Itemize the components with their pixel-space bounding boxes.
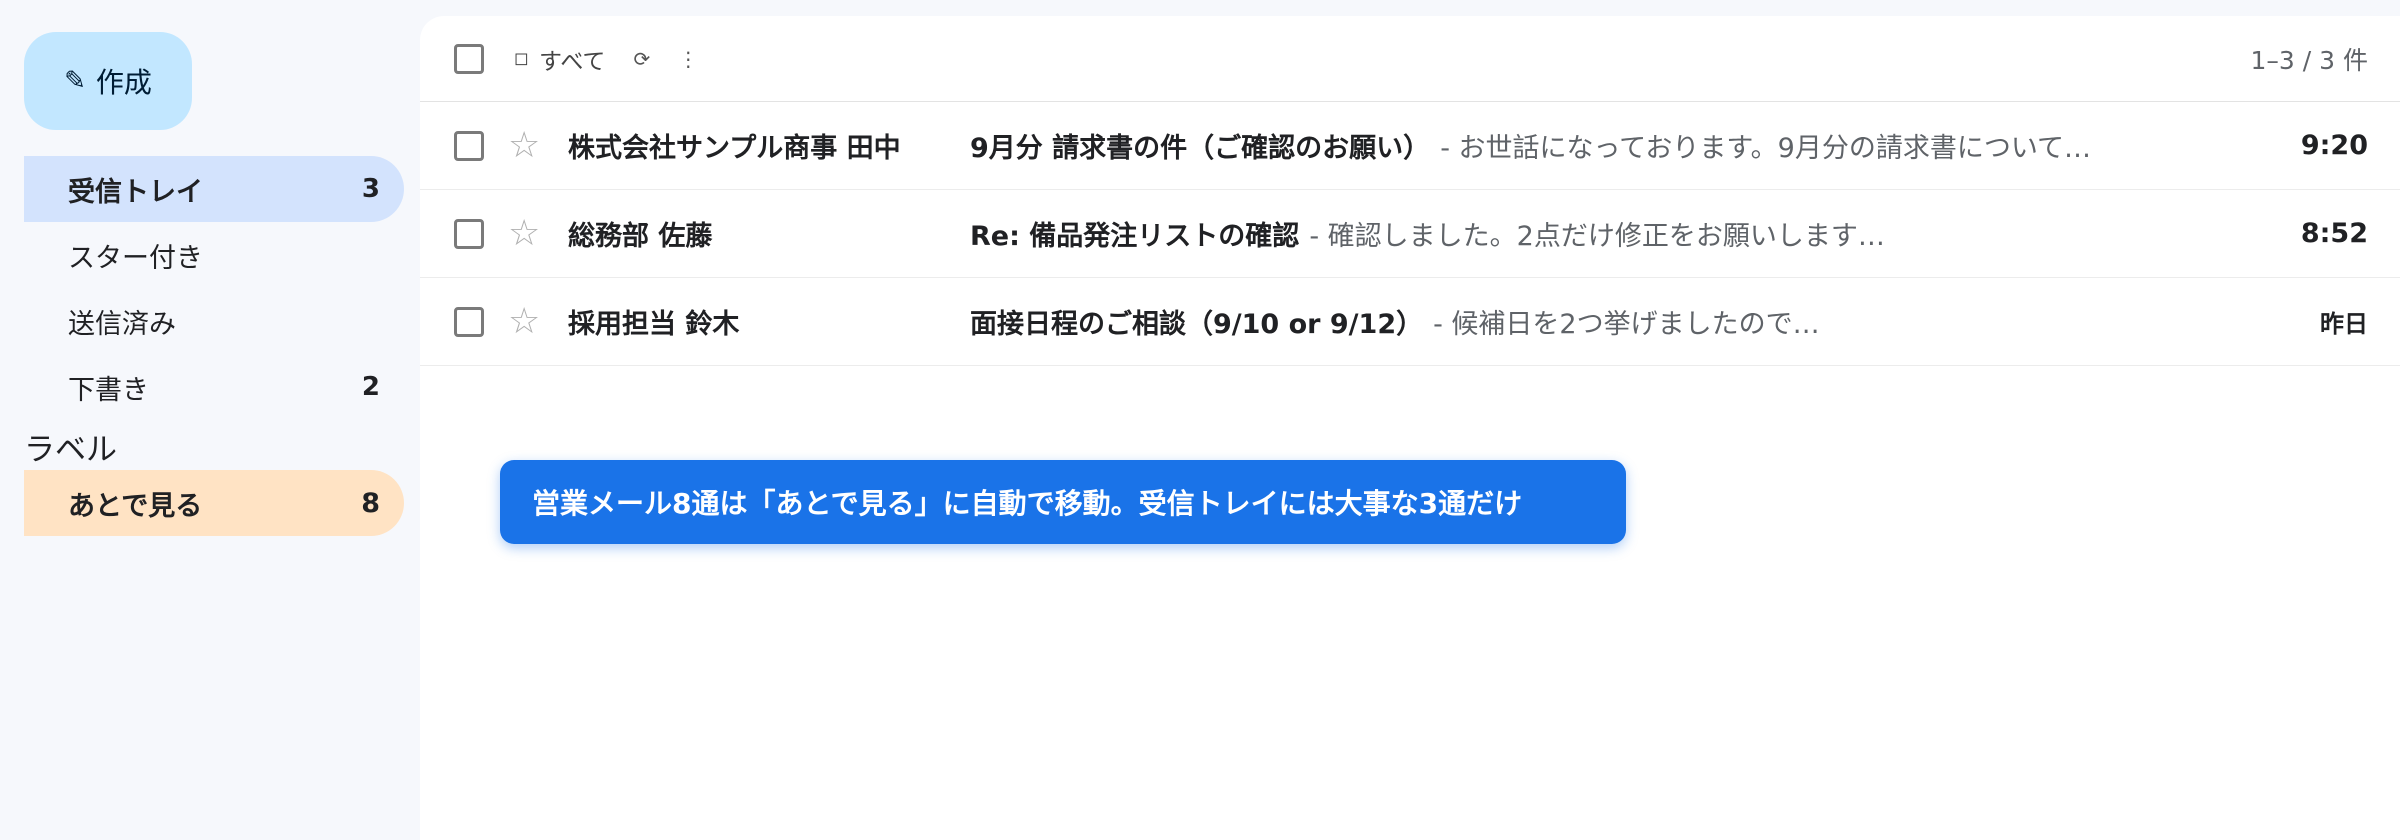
label-item-label: あとで見る xyxy=(68,490,203,522)
sidebar-item-label: 送信済み xyxy=(68,308,176,340)
sidebar-item-label: スター付き xyxy=(68,242,203,274)
sidebar-item-sent[interactable]: 送信済み xyxy=(24,288,404,354)
email-snippet: - 確認しました。2点だけ修正をお願いします… xyxy=(1309,221,1885,252)
email-row[interactable]: ☆ 採用担当 鈴木 面接日程のご相談（9/10 or 9/12） - 候補日を2… xyxy=(420,278,2400,366)
list-toolbar: ◻ すべて ⟳ ⋮ 1–3 / 3 件 xyxy=(420,16,2400,102)
draft-count: 2 xyxy=(361,372,380,402)
email-row[interactable]: ☆ 総務部 佐藤 Re: 備品発注リストの確認 - 確認しました。2点だけ修正を… xyxy=(420,190,2400,278)
mail-app: ✎ 作成 受信トレイ 3 スター付き 送信済み 下書き 2 ラベル あとで見る xyxy=(0,0,2400,840)
unread-count: 3 xyxy=(361,174,380,204)
email-row[interactable]: ☆ 株式会社サンプル商事 田中 9月分 請求書の件（ご確認のお願い） - お世話… xyxy=(420,102,2400,190)
sidebar: ✎ 作成 受信トレイ 3 スター付き 送信済み 下書き 2 ラベル あとで見る xyxy=(0,0,420,840)
more-options-icon[interactable]: ⋮ xyxy=(678,47,698,71)
select-all-label: すべて xyxy=(538,48,606,75)
email-sender: 総務部 佐藤 xyxy=(568,221,713,252)
star-icon[interactable]: ☆ xyxy=(508,301,544,342)
sidebar-item-label: 下書き xyxy=(68,374,149,406)
star-icon[interactable]: ☆ xyxy=(508,213,544,254)
sidebar-item-starred[interactable]: スター付き xyxy=(24,222,404,288)
email-time: 昨日 xyxy=(2320,310,2368,338)
message-list-pane: ◻ すべて ⟳ ⋮ 1–3 / 3 件 ☆ 株式会社サンプル商事 田中 9月分 … xyxy=(420,16,2400,840)
pencil-icon: ✎ xyxy=(64,66,86,96)
email-sender: 採用担当 鈴木 xyxy=(568,309,740,340)
compose-label: 作成 xyxy=(95,66,152,99)
select-all-checkbox[interactable] xyxy=(454,43,484,74)
email-subject: 9月分 請求書の件（ご確認のお願い） xyxy=(970,133,1431,164)
pagination-count: 1–3 / 3 件 xyxy=(2250,45,2368,75)
email-time: 8:52 xyxy=(2300,218,2368,249)
refresh-icon[interactable]: ⟳ xyxy=(633,47,650,71)
row-checkbox[interactable] xyxy=(454,306,484,337)
email-subject: 面接日程のご相談（9/10 or 9/12） xyxy=(970,309,1424,340)
label-count: 8 xyxy=(361,487,380,519)
email-snippet: - 候補日を2つ挙げましたので… xyxy=(1433,309,1820,340)
email-snippet: - お世話になっております。9月分の請求書について… xyxy=(1440,133,2092,164)
row-checkbox[interactable] xyxy=(454,218,484,249)
folder-nav: 受信トレイ 3 スター付き 送信済み 下書き 2 xyxy=(24,156,404,420)
labels-heading: ラベル xyxy=(24,432,117,468)
email-sender: 株式会社サンプル商事 田中 xyxy=(568,133,901,164)
email-time: 9:20 xyxy=(2300,130,2368,161)
compose-button[interactable]: ✎ 作成 xyxy=(24,32,192,130)
sidebar-item-drafts[interactable]: 下書き 2 xyxy=(24,354,404,420)
email-subject: Re: 備品発注リストの確認 xyxy=(970,221,1300,252)
star-icon[interactable]: ☆ xyxy=(508,125,544,166)
row-checkbox[interactable] xyxy=(454,130,484,161)
select-square-icon: ◻ xyxy=(514,48,529,69)
select-menu-button[interactable]: ◻ すべて xyxy=(514,42,605,76)
sidebar-item-inbox[interactable]: 受信トレイ 3 xyxy=(24,156,404,222)
notification-toast: 営業メール8通は「あとで見る」に自動で移動。受信トレイには大事な3通だけ xyxy=(500,460,1626,544)
sidebar-item-read-later[interactable]: あとで見る 8 xyxy=(24,470,404,536)
sidebar-item-label: 受信トレイ xyxy=(68,176,203,208)
